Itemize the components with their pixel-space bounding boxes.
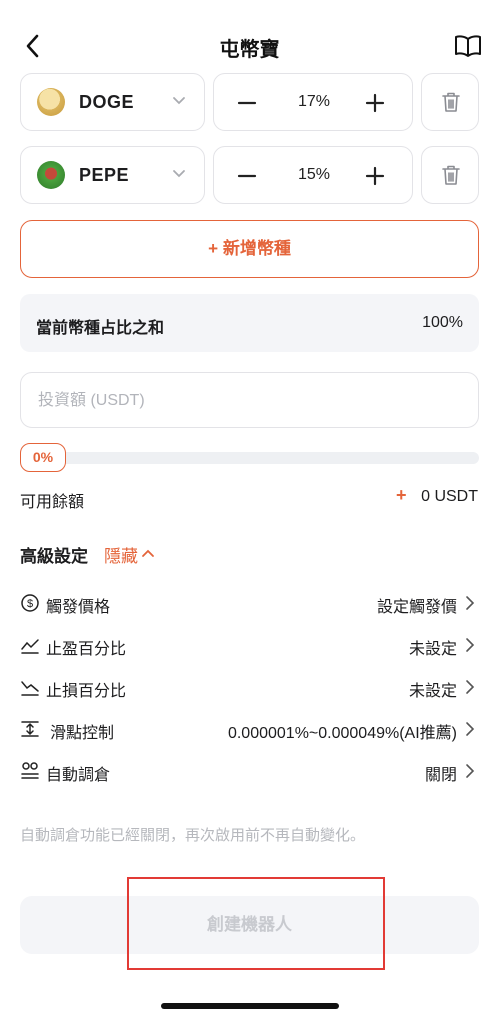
chevron-down-icon	[173, 97, 185, 105]
svg-text:$: $	[27, 598, 33, 610]
available-balance-label: 可用餘額	[20, 494, 85, 511]
top-bar: 屯幣寶	[0, 0, 499, 72]
highlight-annotation	[127, 877, 385, 970]
slippage-row[interactable]: 滑點控制 0.000001%~0.000049%(AI推薦)	[20, 717, 479, 742]
chevron-right-icon	[466, 596, 475, 610]
trash-icon	[442, 92, 460, 112]
slippage-label: 滑點控制	[50, 725, 115, 742]
take-profit-label: 止盈百分比	[46, 641, 127, 658]
trash-icon	[442, 165, 460, 185]
stop-loss-row[interactable]: 止損百分比 未設定	[20, 675, 479, 700]
coin-name: DOGE	[79, 92, 135, 112]
take-profit-icon	[21, 639, 39, 654]
page-title: 屯幣寶	[219, 39, 280, 61]
allocation-sum-value: 100%	[422, 314, 463, 331]
available-balance-value: 0 USDT	[421, 488, 478, 505]
take-profit-row[interactable]: 止盈百分比 未設定	[20, 633, 479, 658]
coin-selector-pepe[interactable]: PEPE	[20, 146, 205, 204]
slippage-value: 0.000001%~0.000049%(AI推薦)	[227, 725, 457, 742]
investment-slider-handle[interactable]: 0%	[20, 443, 66, 472]
auto-rebalance-note: 自動調倉功能已經關閉，再次啟用前不再自動變化。	[20, 827, 366, 844]
take-profit-value: 未設定	[408, 641, 457, 658]
chevron-right-icon	[466, 680, 475, 694]
auto-rebalance-row[interactable]: 自動調倉 關閉	[20, 759, 479, 784]
slippage-icon	[21, 721, 39, 737]
percent-stepper-doge: 17%	[213, 73, 413, 131]
book-icon	[455, 35, 481, 57]
delete-coin-button-doge[interactable]	[421, 73, 479, 131]
doge-logo-icon	[37, 88, 65, 116]
investment-input[interactable]	[22, 374, 480, 428]
add-coin-button[interactable]: + 新增幣種	[20, 220, 479, 278]
deposit-plus-button[interactable]: +	[396, 485, 407, 506]
chevron-up-icon[interactable]	[141, 546, 155, 560]
investment-slider-track[interactable]	[20, 452, 479, 464]
plus-icon[interactable]	[364, 92, 386, 114]
auto-rebalance-label: 自動調倉	[46, 767, 111, 784]
dollar-circle-icon: $	[21, 594, 39, 612]
plus-icon[interactable]	[364, 165, 386, 187]
coin-selector-doge[interactable]: DOGE	[20, 73, 205, 131]
chevron-right-icon	[466, 722, 475, 736]
chevron-right-icon	[466, 638, 475, 652]
pepe-logo-icon	[37, 161, 65, 189]
allocation-sum-label: 當前幣種占比之和	[36, 320, 165, 337]
advanced-hide-toggle[interactable]: 隱藏	[104, 542, 138, 567]
chevron-down-icon	[173, 170, 185, 178]
stop-loss-icon	[21, 681, 39, 696]
investment-field-box	[20, 372, 480, 428]
rebalance-icon	[21, 762, 39, 779]
stop-loss-value: 未設定	[408, 683, 457, 700]
auto-rebalance-value: 關閉	[424, 767, 457, 784]
trigger-price-value: 設定觸發價	[376, 599, 457, 616]
stop-loss-label: 止損百分比	[46, 683, 127, 700]
home-indicator	[161, 1003, 339, 1009]
chevron-right-icon	[466, 764, 475, 778]
coin-name: PEPE	[79, 165, 130, 185]
advanced-settings-title: 高級設定	[20, 547, 88, 566]
trigger-price-row[interactable]: $ 觸發價格 設定觸發價	[20, 591, 479, 616]
percent-stepper-pepe: 15%	[213, 146, 413, 204]
allocation-sum-row: 當前幣種占比之和 100%	[20, 294, 479, 352]
trigger-price-label: 觸發價格	[46, 599, 111, 616]
guide-button[interactable]	[454, 34, 482, 58]
delete-coin-button-pepe[interactable]	[421, 146, 479, 204]
